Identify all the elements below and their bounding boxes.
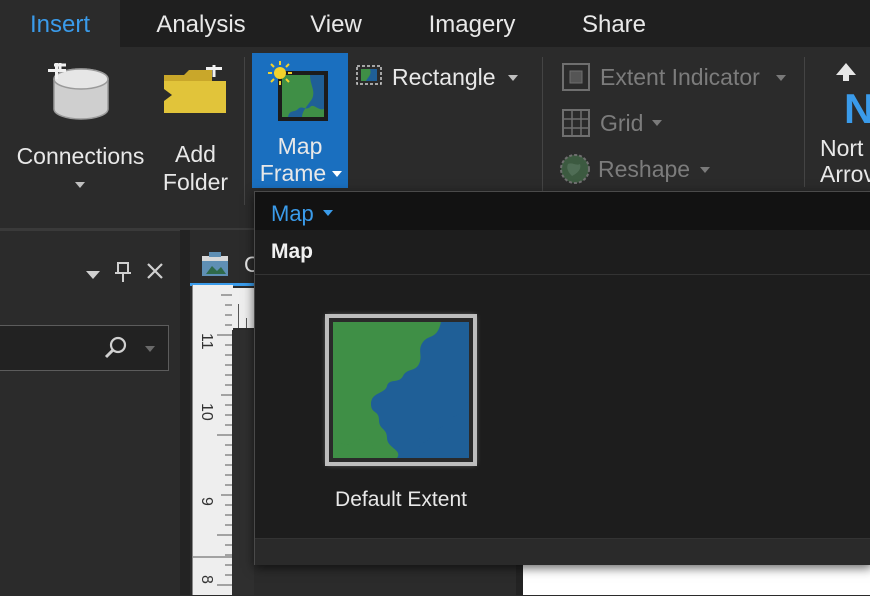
tab-view[interactable]: View xyxy=(290,0,382,47)
layout-canvas[interactable] xyxy=(232,330,254,595)
gallery-item-default-extent[interactable]: Default Extent xyxy=(311,306,487,516)
north-arrow-label-line1: Nort xyxy=(820,135,864,161)
svg-text:N: N xyxy=(844,85,870,125)
tab-imagery[interactable]: Imagery xyxy=(410,0,534,47)
connections-button[interactable]: Connections xyxy=(8,57,153,192)
rectangle-label: Rectangle xyxy=(392,64,496,90)
pane-splitter[interactable] xyxy=(180,230,190,595)
map-frame-button[interactable]: Map Frame xyxy=(252,53,348,188)
connections-label: Connections xyxy=(16,143,145,169)
ribbon: Connections Add Folder Map Frame Rectang… xyxy=(0,47,870,207)
search-input[interactable] xyxy=(0,325,169,371)
search-icon xyxy=(104,336,127,359)
chevron-down-icon xyxy=(75,182,85,188)
north-arrow-button[interactable]: N Nort Arrov xyxy=(816,57,870,192)
default-extent-map-icon xyxy=(325,314,477,466)
database-connection-icon xyxy=(48,63,109,120)
add-folder-label-line1: Add xyxy=(175,141,216,167)
group-divider xyxy=(804,57,805,187)
ribbon-tab-strip: Insert Analysis View Imagery Share xyxy=(0,0,870,47)
ruler-ticks xyxy=(193,294,233,586)
add-folder-label-line2: Folder xyxy=(162,169,229,195)
close-icon[interactable] xyxy=(146,262,164,280)
extent-indicator-button[interactable]: Extent Indicator xyxy=(558,59,790,95)
gallery-section-title: Map xyxy=(271,240,313,263)
contents-pane xyxy=(0,230,180,596)
horizontal-ruler xyxy=(232,288,254,328)
chevron-down-icon xyxy=(332,171,342,177)
chevron-down-icon xyxy=(700,167,710,173)
vertical-ruler: 11 10 9 8 xyxy=(192,285,233,595)
page-shadow xyxy=(516,560,523,595)
map-frame-gallery: Map Map Default Extent xyxy=(254,191,870,565)
grid-label: Grid xyxy=(600,110,644,136)
rectangle-button[interactable]: Rectangle xyxy=(352,57,527,97)
extent-indicator-label: Extent Indicator xyxy=(600,64,760,90)
group-divider xyxy=(542,57,543,205)
ruler-label: 9 xyxy=(198,497,215,506)
ruler-label: 10 xyxy=(198,403,215,421)
map-frame-label-line2: Frame xyxy=(259,160,327,186)
group-divider xyxy=(244,57,245,205)
chevron-down-icon[interactable] xyxy=(145,346,155,352)
chevron-down-icon xyxy=(652,120,662,126)
reshape-button[interactable]: Reshape xyxy=(556,150,716,188)
gallery-section-header: Map xyxy=(255,230,870,275)
layout-view-icon xyxy=(202,252,228,276)
grid-icon xyxy=(562,109,590,137)
add-folder-icon xyxy=(164,65,226,113)
gallery-filter-header: Map xyxy=(255,192,870,230)
add-folder-button[interactable]: Add Folder xyxy=(158,57,233,195)
ruler-label: 8 xyxy=(198,575,215,584)
tab-share[interactable]: Share xyxy=(562,0,666,47)
pin-icon[interactable] xyxy=(114,261,132,283)
ruler-label: 11 xyxy=(198,333,215,350)
north-arrow-label-line2: Arrov xyxy=(820,161,870,187)
map-frame-label-line1: Map xyxy=(277,133,323,159)
gallery-filter-dropdown[interactable]: Map xyxy=(271,201,314,227)
tab-insert[interactable]: Insert xyxy=(0,0,120,47)
rectangle-map-icon xyxy=(356,65,382,85)
gallery-item-label: Default Extent xyxy=(335,488,467,511)
extent-indicator-icon xyxy=(562,63,590,91)
chevron-down-icon xyxy=(776,75,786,81)
grid-button[interactable]: Grid xyxy=(558,105,678,141)
reshape-globe-icon xyxy=(560,154,590,184)
tab-analysis[interactable]: Analysis xyxy=(128,0,274,47)
chevron-down-icon xyxy=(508,75,518,81)
chevron-down-icon[interactable] xyxy=(323,210,333,216)
pane-menu-chevron-icon[interactable] xyxy=(86,271,100,279)
reshape-label: Reshape xyxy=(598,156,691,182)
gallery-footer xyxy=(255,538,870,565)
layout-page[interactable] xyxy=(523,560,870,595)
map-frame-icon xyxy=(268,61,328,121)
north-arrow-icon: N xyxy=(836,63,870,125)
